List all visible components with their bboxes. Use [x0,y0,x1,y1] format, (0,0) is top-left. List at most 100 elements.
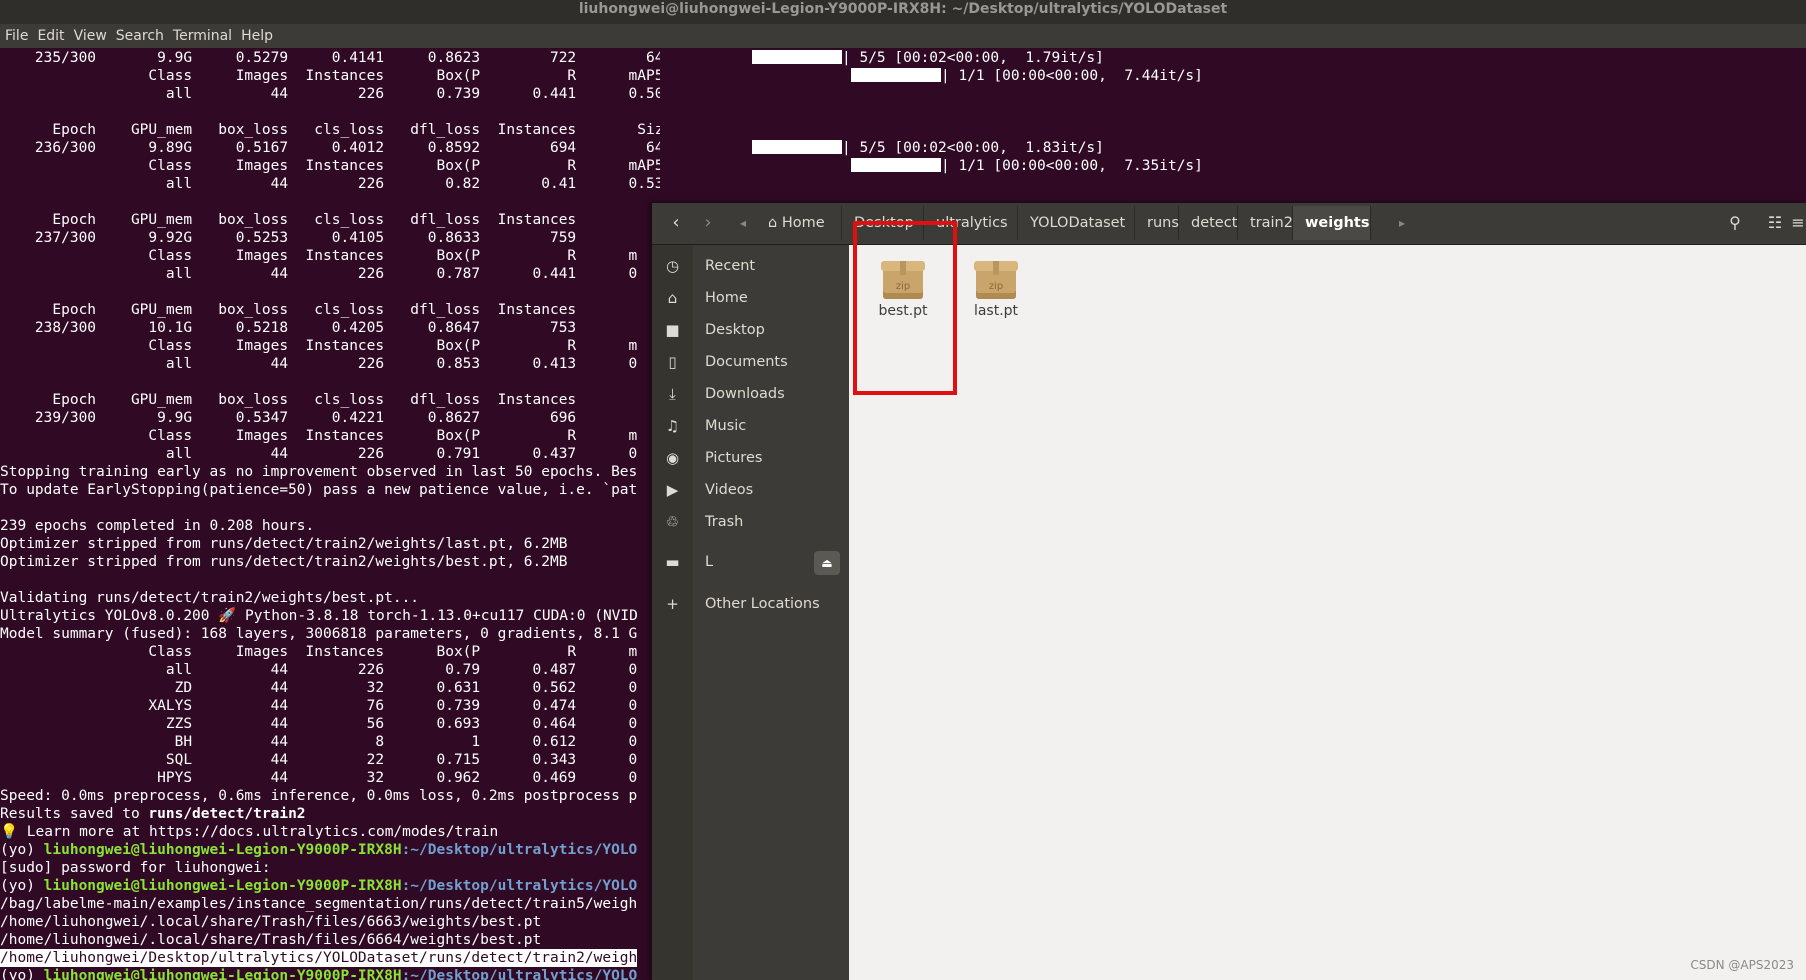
sidebar-item-recent[interactable]: ◷ Recent [652,250,849,282]
terminal-line: (yo) liuhongwei@liuhongwei-Legion-Y9000P… [0,842,638,858]
plus-icon: + [666,595,679,613]
terminal-line: Model summary (fused): 168 layers, 30068… [0,626,638,642]
menu-file[interactable]: File [0,24,32,48]
breadcrumb-train2[interactable]: train2 [1238,206,1293,240]
breadcrumb-weights[interactable]: weights [1293,206,1371,240]
menu-button[interactable]: ≡ [1790,208,1806,238]
sidebar-item-pictures[interactable]: ◉ Pictures [652,442,849,474]
terminal-line: (yo) liuhongwei@liuhongwei-Legion-Y9000P… [0,967,637,980]
file-view[interactable]: zip best.pt zip last.pt [849,245,1806,980]
terminal-line: 239 epochs completed in 0.208 hours. [0,518,315,534]
breadcrumb-detect[interactable]: detect [1179,206,1238,240]
list-view-icon: ☷ [1767,213,1783,232]
breadcrumb-home[interactable]: ⌂ Home [756,206,842,240]
terminal-line: Ultralytics YOLOv8.0.200 🚀 Python-3.8.18… [0,608,638,624]
terminal-line: Validating runs/detect/train2/weights/be… [0,590,420,606]
archive-badge: zip [988,281,1004,292]
terminal-line: 239/300 9.9G 0.5347 0.4221 0.8627 696 [0,410,577,426]
header-bar: ‹ › ◂ ⌂ Home Desktop ultralytics YOLODatase… [652,203,1806,245]
terminal-line: Speed: 0.0ms preprocess, 0.6ms inference… [0,788,638,804]
document-icon: ▯ [668,353,677,371]
menu-view[interactable]: View [69,24,111,48]
sidebar-item-label: Pictures [705,450,763,466]
terminal-line: Stopping training early as no improvemen… [0,464,638,480]
terminal-line: /bag/labelme-main/examples/instance_segm… [0,896,638,912]
terminal-line: 238/300 10.1G 0.5218 0.4205 0.8647 753 [0,320,577,336]
sidebar-item-home[interactable]: ⌂ Home [652,282,849,314]
sidebar-item-l[interactable]: ▬ L ⏏ [652,546,849,578]
terminal-line: SQL 44 22 0.715 0.343 0 [0,752,638,768]
archive-icon: zip [974,259,1018,299]
search-button[interactable]: ⚲ [1718,208,1752,238]
breadcrumb-label: weights [1305,215,1370,231]
breadcrumb-label: runs [1147,215,1179,231]
sidebar-item-downloads[interactable]: ⤓ Downloads [652,378,849,410]
terminal-line: Epoch GPU_mem box_loss cls_loss dfl_loss… [0,302,577,318]
terminal-line: all 44 226 0.787 0.441 0 [0,266,638,282]
sidebar-item-label: Desktop [705,322,765,338]
progress-bar [752,140,842,154]
trash-icon: ♲ [665,513,680,531]
view-toggle-button[interactable]: ☷ [1758,208,1792,238]
places-sidebar: ◷ Recent ⌂ Home ■ Desktop ▯ Documents ⤓ Downloads… [652,245,849,980]
sidebar-item-other-locations[interactable]: + Other Locations [652,588,849,620]
terminal-output[interactable]: 235/300 9.9G 0.5279 0.4141 0.8623 722 64… [0,49,660,980]
sidebar-item-label: Other Locations [705,596,820,612]
breadcrumb-scroll-right-icon[interactable]: ▸ [1395,208,1409,238]
home-icon: ⌂ [667,289,678,307]
terminal-line: Epoch GPU_mem box_loss cls_loss dfl_loss… [0,122,660,138]
prompt-path: :~/Desktop/ultralytics/YOLO [401,968,638,980]
file-name: last.pt [973,303,1019,319]
progress-bar [752,50,842,64]
hamburger-icon: ≡ [1791,213,1805,232]
terminal-line: Class Images Instances Box(P R mAP50 mAP… [148,68,660,84]
breadcrumb-scroll-left-icon[interactable]: ◂ [736,208,750,238]
breadcrumb-runs[interactable]: runs [1135,206,1179,240]
terminal-line: /home/liuhongwei/.local/share/Trash/file… [0,932,542,948]
terminal-line: To update EarlyStopping(patience=50) pas… [0,482,638,498]
window-title: liuhongwei@liuhongwei-Legion-Y9000P-IRX8… [0,0,1806,24]
menu-edit[interactable]: Edit [32,24,68,48]
breadcrumb-label: train2 [1250,215,1293,231]
terminal-line: all 44 226 0.739 0.441 0.507 0.423 [165,86,660,102]
menu-bar: File Edit View Search Terminal Help [0,24,1806,48]
back-button[interactable]: ‹ [660,208,692,238]
menu-terminal[interactable]: Terminal [168,24,236,48]
sidebar-item-documents[interactable]: ▯ Documents [652,346,849,378]
sidebar-item-label: Videos [705,482,754,498]
sidebar-item-label: L [705,554,714,570]
file-item[interactable]: zip last.pt [961,259,1031,319]
progress-segment: | 5/5 [00:02<00:00, 1.79it/s] [752,49,1104,67]
sidebar-item-label: Music [705,418,747,434]
breadcrumb-label: detect [1191,215,1238,231]
video-icon: ▶ [666,481,679,499]
progress-segment: | 1/1 [00:00<00:00, 7.35it/s] [851,157,1203,175]
progress-text: | 5/5 [00:02<00:00, 1.83it/s] [842,140,1104,156]
sidebar-item-music[interactable]: ♫ Music [652,410,849,442]
breadcrumb-label: YOLODataset [1030,215,1126,231]
terminal-line: all 44 226 0.79 0.487 0 [0,662,638,678]
forward-button[interactable]: › [692,208,724,238]
menu-search[interactable]: Search [111,24,168,48]
eject-icon[interactable]: ⏏ [814,551,840,575]
progress-text: | 5/5 [00:02<00:00, 1.79it/s] [842,50,1104,66]
terminal-line: Epoch GPU_mem box_loss cls_loss dfl_loss… [0,212,577,228]
terminal-line: 236/300 9.89G 0.5167 0.4012 0.8592 694 6… [0,140,660,156]
sidebar-item-label: Downloads [705,386,785,402]
breadcrumb-yolodataset[interactable]: YOLODataset [1018,206,1135,240]
watermark: CSDN @APS2023 [1690,958,1794,972]
prompt-path: :~/Desktop/ultralytics/YOLO [401,842,638,858]
sidebar-item-label: Trash [705,514,744,530]
download-icon: ⤓ [669,385,676,403]
drive-icon: ▬ [665,553,680,571]
terminal-line: Results saved to runs/detect/train2 [0,806,306,822]
folder-icon: ■ [665,321,680,339]
terminal-line: Class Images Instances Box(P R m [0,428,638,444]
sidebar-item-videos[interactable]: ▶ Videos [652,474,849,506]
menu-help[interactable]: Help [236,24,277,48]
file-manager-window[interactable]: ‹ › ◂ ⌂ Home Desktop ultralytics YOLODatase… [652,203,1806,980]
camera-icon: ◉ [665,449,680,467]
prompt-path: :~/Desktop/ultralytics/YOLO [401,878,638,894]
sidebar-item-desktop[interactable]: ■ Desktop [652,314,849,346]
sidebar-item-trash[interactable]: ♲ Trash [652,506,849,538]
